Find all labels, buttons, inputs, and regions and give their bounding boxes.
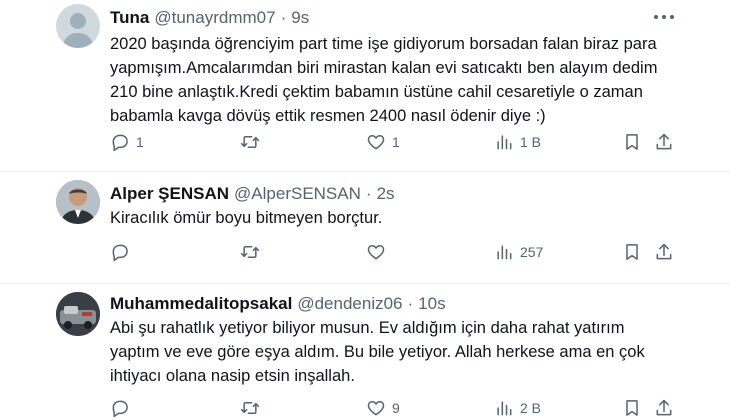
profile-photo-icon [56,180,100,224]
views-icon [497,135,512,150]
share-button[interactable] [654,242,674,262]
bookmark-button[interactable] [622,132,642,152]
retweet-button[interactable] [240,242,266,262]
like-button[interactable]: 1 [366,132,400,152]
bookmark-icon [626,400,638,416]
more-icon[interactable] [654,12,674,22]
author-handle[interactable]: @dendeniz06 [297,294,402,314]
views-button[interactable]: 1 B [494,132,541,152]
tweet-text-line: 210 bine anlaştık.Kredi çektim babamın ü… [110,83,643,101]
action-bar: 257 [0,242,730,266]
share-icon [656,133,672,150]
author-handle[interactable]: @tunayrdmm07 [154,8,275,28]
avatar[interactable] [56,180,100,224]
views-button[interactable]: 257 [494,242,543,262]
tweet[interactable]: Muhammedalitopsakal @dendeniz06 · 10s Ab… [0,284,730,420]
timestamp[interactable]: 2s [377,184,395,204]
tweet-text-line: ihtiyacı olana nasip etsin inşallah. [110,367,355,385]
tweet-text-line: Kiracılık ömür boyu bitmeyen borçtur. [110,209,383,227]
tweet[interactable]: Tuna @tunayrdmm07 · 9s 2020 başında öğre… [0,0,730,172]
views-icon [497,245,512,260]
views-count: 1 B [520,134,542,150]
bookmark-button[interactable] [622,242,642,262]
retweet-icon [240,246,260,258]
action-bar: 1 1 1 B [0,132,730,156]
timestamp[interactable]: 9s [291,8,309,28]
reply-icon [112,134,128,152]
retweet-icon [240,402,260,414]
reply-button[interactable] [110,242,136,262]
like-button[interactable]: 9 [366,398,400,418]
author-handle[interactable]: @AlperSENSAN [234,184,361,204]
tweet-header: Muhammedalitopsakal @dendeniz06 · 10s [110,294,446,314]
bookmark-icon [626,244,638,260]
views-count: 2 B [520,400,542,416]
separator-dot: · [280,8,287,27]
reply-button[interactable] [110,398,136,418]
retweet-button[interactable] [240,132,266,152]
like-count: 1 [392,134,400,150]
timestamp[interactable]: 10s [418,294,445,314]
action-bar: 9 2 B [0,398,730,420]
default-avatar-icon [62,13,94,48]
share-button[interactable] [654,398,674,418]
author-name[interactable]: Tuna [110,8,149,28]
bookmark-icon [626,134,638,150]
tweet-text-line: Abi şu rahatlık yetiyor biliyor musun. E… [110,319,625,337]
profile-photo-icon [56,292,100,336]
views-button[interactable]: 2 B [494,398,541,418]
separator-dot: · [365,184,372,203]
share-button[interactable] [654,132,674,152]
avatar[interactable] [56,292,100,336]
tweet-text: 2020 başında öğrenciyim part time işe gi… [110,32,670,128]
tweet-text-line: 2020 başında öğrenciyim part time işe gi… [110,35,657,53]
like-button[interactable] [366,242,392,262]
avatar[interactable] [56,4,100,48]
bookmark-button[interactable] [622,398,642,418]
tweet-text: Kiracılık ömür boyu bitmeyen borçtur. [110,206,670,230]
share-icon [656,243,672,260]
reply-count: 1 [136,134,144,150]
tweet-text: Abi şu rahatlık yetiyor biliyor musun. E… [110,316,670,388]
tweet-text-line: babamla kavga dövüş ettik resmen 2400 na… [110,107,546,125]
tweet-text-line: yaptım ve eve göre eşya aldım. Bu bile y… [110,343,645,361]
like-icon [367,245,385,260]
like-icon [367,135,385,150]
share-icon [656,399,672,416]
author-name[interactable]: Muhammedalitopsakal [110,294,292,314]
reply-button[interactable]: 1 [110,132,144,152]
reply-icon [112,244,128,262]
retweet-icon [240,136,260,148]
views-icon [497,401,512,416]
tweet-header: Tuna @tunayrdmm07 · 9s [110,8,309,28]
reply-icon [112,400,128,418]
tweet[interactable]: Alper ŞENSAN @AlperSENSAN · 2s Kiracılık… [0,172,730,284]
retweet-button[interactable] [240,398,266,418]
like-icon [367,401,385,416]
separator-dot: · [407,294,414,313]
tweet-header: Alper ŞENSAN @AlperSENSAN · 2s [110,184,395,204]
views-count: 257 [520,244,544,260]
like-count: 9 [392,400,400,416]
author-name[interactable]: Alper ŞENSAN [110,184,229,204]
tweet-text-line: yapmışım.Amcalarımdan biri mirastan kala… [110,59,658,77]
